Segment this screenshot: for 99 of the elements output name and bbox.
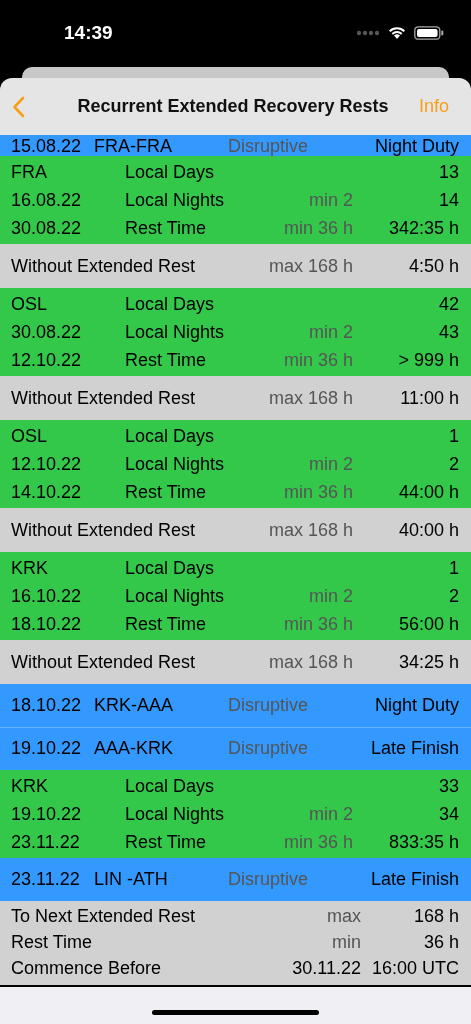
rest-limit: min 2 <box>308 585 353 607</box>
rest-label: 19.10.22 <box>11 803 83 825</box>
rest-item: Local Days <box>125 775 216 797</box>
duty-route: FRA-FRA <box>94 137 173 156</box>
status-time: 14:39 <box>64 21 113 44</box>
duty-date: 23.11.22 <box>11 869 81 890</box>
rest-value: 2 <box>448 453 459 475</box>
summary-value: 168 h <box>412 905 459 927</box>
gap-label: Without Extended Rest <box>11 651 197 673</box>
gap-label: Without Extended Rest <box>11 255 197 277</box>
rest-item: Rest Time <box>125 349 208 371</box>
rest-limit: min 36 h <box>282 349 353 371</box>
duty-type: Night Duty <box>374 137 459 156</box>
summary-limit: max <box>326 905 361 927</box>
duty-category: Disruptive <box>228 695 310 716</box>
rest-limit: min 36 h <box>282 831 353 853</box>
gap-limit: max 168 h <box>267 651 353 673</box>
rest-item: Rest Time <box>125 831 208 853</box>
rest-label: 16.10.22 <box>11 585 83 607</box>
summary-value: 16:00 UTC <box>370 957 459 979</box>
rest-label: KRK <box>11 775 49 797</box>
rest-label: 30.08.22 <box>11 321 83 343</box>
duty-route: LIN -ATH <box>94 869 169 890</box>
rest-item: Local Nights <box>125 321 226 343</box>
duty-type: Late Finish <box>370 869 459 890</box>
rest-item: Local Days <box>125 293 216 315</box>
rest-limit: min 2 <box>308 803 353 825</box>
back-icon[interactable] <box>12 95 25 118</box>
gap-limit: max 168 h <box>267 387 353 409</box>
rest-label: 12.10.22 <box>11 453 83 475</box>
rest-item: Rest Time <box>125 613 208 635</box>
rest-label: OSL <box>11 425 49 447</box>
deadline-date: 30.11.22 <box>291 957 361 979</box>
summary-label: To Next Extended Rest <box>11 905 197 927</box>
duty-date: 18.10.22 <box>11 695 83 716</box>
rest-label: 18.10.22 <box>11 613 83 635</box>
gap-value: 11:00 h <box>399 387 459 409</box>
rest-label: 23.11.22 <box>11 831 81 853</box>
duty-type: Night Duty <box>374 695 459 716</box>
rest-value: 833:35 h <box>387 831 459 853</box>
duty-category: Disruptive <box>228 738 310 759</box>
rest-limit: min 2 <box>308 189 353 211</box>
rest-value: 342:35 h <box>387 217 459 239</box>
summary-value: 36 h <box>422 931 459 953</box>
rest-item: Local Nights <box>125 453 226 475</box>
gap-value: 4:50 h <box>407 255 459 277</box>
duty-route: KRK-AAA <box>94 695 175 716</box>
rest-item: Local Nights <box>125 803 226 825</box>
duty-type: Late Finish <box>370 738 459 759</box>
summary-label: Rest Time <box>11 931 94 953</box>
battery-icon <box>414 25 444 40</box>
duty-category: Disruptive <box>228 137 310 156</box>
rest-value: 14 <box>437 189 459 211</box>
duty-route: AAA-KRK <box>94 738 175 759</box>
rest-value: 1 <box>448 557 459 579</box>
rest-label: OSL <box>11 293 49 315</box>
rest-value: 56:00 h <box>397 613 459 635</box>
rest-value: 2 <box>448 585 459 607</box>
rest-item: Rest Time <box>125 481 208 503</box>
rest-value: 34 <box>437 803 459 825</box>
rest-label: 16.08.22 <box>11 189 83 211</box>
rest-item: Local Nights <box>125 585 226 607</box>
duty-category: Disruptive <box>228 869 310 890</box>
gap-label: Without Extended Rest <box>11 387 197 409</box>
rest-limit: min 2 <box>308 453 353 475</box>
summary-label: Commence Before <box>11 957 163 979</box>
screen-title: Recurrent Extended Recovery Rests <box>76 96 390 117</box>
gap-value: 34:25 h <box>397 651 459 673</box>
rest-limit: min 36 h <box>282 217 353 239</box>
rest-item: Rest Time <box>125 217 208 239</box>
rest-value: 33 <box>437 775 459 797</box>
rest-item: Local Days <box>125 161 216 183</box>
rest-label: 12.10.22 <box>11 349 83 371</box>
rest-item: Local Days <box>125 557 216 579</box>
rest-value: > 999 h <box>397 349 459 371</box>
rest-limit: min 36 h <box>282 613 353 635</box>
duty-date: 15.08.22 <box>11 137 83 156</box>
rest-value: 42 <box>437 293 459 315</box>
gap-value: 40:00 h <box>397 519 459 541</box>
rest-limit: min 2 <box>308 321 353 343</box>
rest-value: 1 <box>448 425 459 447</box>
summary-limit: min <box>331 931 361 953</box>
rest-item: Local Days <box>125 425 216 447</box>
rest-value: 43 <box>437 321 459 343</box>
gap-limit: max 168 h <box>267 255 353 277</box>
rest-limit: min 36 h <box>282 481 353 503</box>
rest-label: FRA <box>11 161 48 183</box>
wifi-icon <box>387 25 407 40</box>
rest-label: 14.10.22 <box>11 481 83 503</box>
rest-value: 13 <box>437 161 459 183</box>
signal-icon <box>356 29 380 36</box>
gap-label: Without Extended Rest <box>11 519 197 541</box>
rest-value: 44:00 h <box>397 481 459 503</box>
gap-limit: max 168 h <box>267 519 353 541</box>
rest-label: 30.08.22 <box>11 217 83 239</box>
rest-item: Local Nights <box>125 189 226 211</box>
rest-label: KRK <box>11 557 49 579</box>
info-button[interactable]: Info <box>418 96 449 117</box>
duty-date: 19.10.22 <box>11 738 83 759</box>
